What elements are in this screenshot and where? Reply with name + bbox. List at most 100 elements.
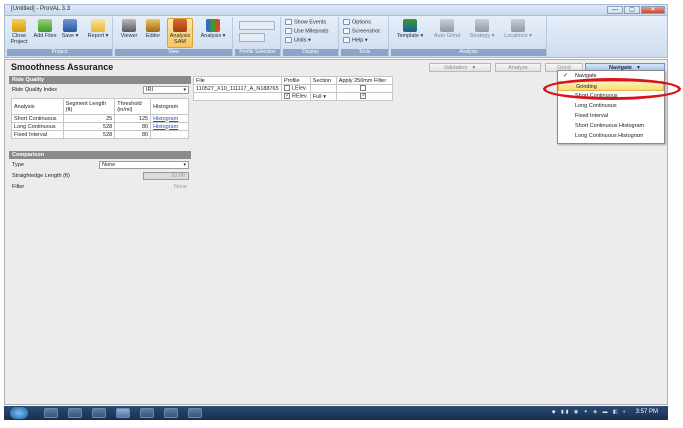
editor-tools-icon xyxy=(146,19,160,32)
viewer-icon xyxy=(122,19,136,32)
use-mileposts-toggle[interactable]: Use Mileposts xyxy=(285,28,329,34)
locations-icon xyxy=(511,19,525,32)
ribbon-group-analysis: Template ▾ Auto Grind Strategy ▾ Locatio… xyxy=(391,17,547,56)
menu-item-fixed-interval[interactable]: Fixed Interval xyxy=(558,111,664,121)
filter-checkbox-relev[interactable] xyxy=(360,92,366,100)
pdf-taskbar-icon[interactable] xyxy=(164,408,178,418)
units-dropdown[interactable]: Units ▾ xyxy=(285,37,311,43)
group-label-tools: Tools xyxy=(341,49,388,56)
save-disk-icon xyxy=(63,19,77,32)
group-label-display: Display xyxy=(283,49,338,56)
ride-quality-header: Ride Quality xyxy=(9,76,191,84)
ride-quality-index-label: Ride Quality Index xyxy=(12,87,57,93)
minimize-button[interactable]: — xyxy=(607,6,623,14)
validation-button[interactable]: Validation ▼ xyxy=(429,63,491,72)
validation-dropdown-arrow-icon: ▼ xyxy=(471,65,477,71)
help-icon xyxy=(343,37,350,43)
column-header-segment-length: Segment Length (ft) xyxy=(62,98,116,115)
editor-button[interactable]: Editor xyxy=(143,19,163,39)
straightedge-length-input[interactable]: 10.00 xyxy=(143,172,189,180)
straightedge-row: Straightedge Length (ft) 10.00 xyxy=(9,170,191,181)
viewer-button[interactable]: Viewer xyxy=(119,19,139,39)
files-table: File Profile Section Apply 250mm Filter … xyxy=(193,76,393,101)
close-project-button[interactable]: Close Project xyxy=(9,19,29,45)
maximize-button[interactable]: ▢ xyxy=(624,6,640,14)
show-events-toggle[interactable]: Show Events xyxy=(285,19,326,25)
profile-checkbox-lelev[interactable] xyxy=(284,85,290,92)
column-header-apply-filter: Apply 250mm Filter xyxy=(335,76,393,85)
player-taskbar-icon[interactable] xyxy=(140,408,154,418)
options-button[interactable]: Options xyxy=(343,19,371,25)
comparison-header: Comparison xyxy=(9,151,191,159)
section-select[interactable]: Full ▾ xyxy=(309,92,337,101)
column-header-section: Section xyxy=(309,76,337,85)
window-title: [Untitled] - ProVAL 3.3 xyxy=(11,6,71,12)
menu-item-long-continuous-histogram[interactable]: Long Continuous Histogram xyxy=(558,131,664,141)
add-files-button[interactable]: Add Files xyxy=(33,19,57,39)
table-row[interactable]: Fixed Interval 528 80 xyxy=(11,130,189,139)
system-tray: ◆ ▮▮ ◉ ✦ ◈ ▬ ◧ ◐ xyxy=(551,409,628,415)
menu-item-long-continuous[interactable]: Long Continuous xyxy=(558,101,664,111)
ie-taskbar-icon[interactable] xyxy=(44,408,58,418)
comparison-type-select[interactable]: None ▾ xyxy=(99,161,189,169)
window-controls: — ▢ ✕ xyxy=(607,6,665,14)
comparison-type-label: Type xyxy=(12,162,24,168)
settings-pane: Ride Quality Ride Quality Index IRI ▾ Ana… xyxy=(9,76,191,402)
proval-taskbar-icon[interactable] xyxy=(188,408,202,418)
strategy-button[interactable]: Strategy ▾ xyxy=(467,19,497,39)
close-window-button[interactable]: ✕ xyxy=(641,6,665,14)
save-button[interactable]: Save ▾ xyxy=(59,19,81,39)
table-row[interactable]: Short Continuous 25 125 Histogram xyxy=(11,114,189,123)
profile-checkbox-relev[interactable] xyxy=(284,92,290,100)
show-events-icon xyxy=(285,19,292,25)
column-header-analysis: Analysis xyxy=(11,98,64,115)
ribbon: Close Project Add Files Save ▾ Report ▾ … xyxy=(4,16,668,58)
column-header-file: File xyxy=(193,76,282,85)
file-name: 110527_X10_111117_A_N188765 xyxy=(193,84,282,93)
camera-icon xyxy=(343,28,350,34)
analyze-button[interactable]: Analyze xyxy=(495,63,541,72)
ribbon-group-project: Close Project Add Files Save ▾ Report ▾ … xyxy=(7,17,113,56)
table-row[interactable]: RElev. Full ▾ xyxy=(193,92,393,101)
strategy-icon xyxy=(475,19,489,32)
ride-quality-table: Analysis Segment Length (ft) Threshold (… xyxy=(11,98,189,139)
chevron-down-icon: ▾ xyxy=(183,87,186,93)
media-taskbar-icon[interactable] xyxy=(68,408,82,418)
analysis-button[interactable]: Analysis ▾ xyxy=(197,19,229,39)
chevron-down-icon: ▾ xyxy=(183,162,186,168)
ribbon-group-profile-selection: Profile Selection xyxy=(235,17,281,56)
units-icon xyxy=(285,37,292,43)
help-button[interactable]: Help ▾ xyxy=(343,37,368,43)
group-label-view: View xyxy=(115,49,232,56)
screenshot-button[interactable]: Screenshot xyxy=(343,28,380,34)
histogram-link[interactable]: Histogram xyxy=(153,116,178,122)
folder-icon xyxy=(12,19,26,32)
locations-button[interactable]: Locations ▾ xyxy=(501,19,535,39)
template-icon xyxy=(403,19,417,32)
folder-taskbar-icon[interactable] xyxy=(92,408,106,418)
auto-grind-icon xyxy=(440,19,454,32)
ride-quality-index-select[interactable]: IRI ▾ xyxy=(143,86,189,94)
chevron-down-icon: ▾ xyxy=(323,93,326,100)
ribbon-group-display: Show Events Use Mileposts Units ▾ Displa… xyxy=(283,17,339,56)
template-button[interactable]: Template ▾ xyxy=(393,19,427,39)
profile-selector-top[interactable] xyxy=(239,21,275,30)
profile-selector-bottom[interactable] xyxy=(239,33,265,42)
report-button[interactable]: Report ▾ xyxy=(85,19,111,39)
menu-item-short-continuous-histogram[interactable]: Short Continuous Histogram xyxy=(558,121,664,131)
analysis-sam-button[interactable]: Analysis SAM xyxy=(167,18,193,48)
add-file-icon xyxy=(38,19,52,32)
ribbon-group-tools: Options Screenshot Help ▾ Tools xyxy=(341,17,389,56)
app-taskbar-icon[interactable] xyxy=(116,408,130,418)
group-label-project: Project xyxy=(7,49,112,56)
window-title-bar: [Untitled] - ProVAL 3.3 — ▢ ✕ xyxy=(4,4,668,16)
auto-grind-button[interactable]: Auto Grind xyxy=(431,19,463,39)
filter-checkbox-lelev[interactable] xyxy=(360,85,367,92)
taskbar-clock: 3:57 PM xyxy=(635,409,658,415)
table-row[interactable]: Long Continuous 528 80 Histogram xyxy=(11,122,189,131)
start-button[interactable] xyxy=(10,407,28,419)
comparison-type-row: Type None ▾ xyxy=(9,159,191,170)
group-label-analysis: Analysis xyxy=(391,49,546,56)
ride-quality-index-row: Ride Quality Index IRI ▾ xyxy=(9,84,191,95)
histogram-link[interactable]: Histogram xyxy=(153,124,178,130)
